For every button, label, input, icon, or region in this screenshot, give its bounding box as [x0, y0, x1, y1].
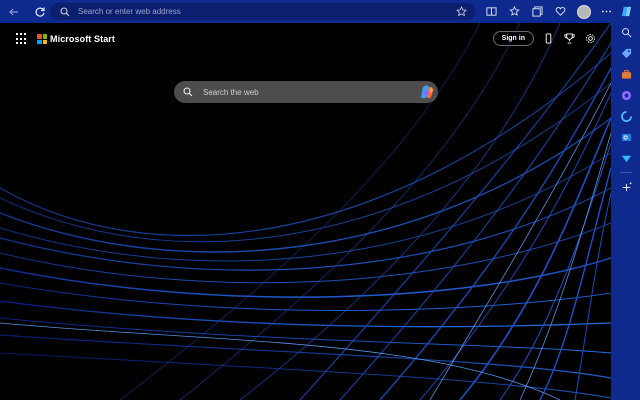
- gear-icon: [585, 34, 595, 43]
- sign-in-button[interactable]: Sign in: [492, 31, 534, 46]
- briefcase-icon: [621, 69, 631, 79]
- refresh-icon: [35, 7, 45, 17]
- phone-icon: [545, 33, 551, 44]
- search-input[interactable]: [201, 86, 405, 98]
- split-screen-button[interactable]: [483, 3, 500, 20]
- collections-button[interactable]: [529, 3, 546, 20]
- collections-icon: [532, 6, 543, 17]
- copilot-icon[interactable]: [419, 84, 435, 100]
- rewards-button[interactable]: [562, 32, 576, 46]
- brand-name[interactable]: Microsoft Start: [50, 34, 115, 44]
- send-icon: [621, 155, 631, 162]
- tag-icon: [621, 48, 631, 58]
- sidebar-item-m365[interactable]: [619, 109, 633, 123]
- split-screen-icon: [486, 7, 497, 16]
- sidebar-item-shopping[interactable]: [619, 46, 633, 60]
- browser-essentials-button[interactable]: [552, 3, 569, 20]
- new-tab-page: Microsoft Start Sign in: [0, 23, 611, 400]
- sidebar-item-games[interactable]: [619, 88, 633, 102]
- games-icon: [621, 90, 631, 100]
- sidebar-item-drop[interactable]: [619, 151, 633, 165]
- web-search-box[interactable]: [174, 81, 438, 103]
- search-icon: [183, 87, 193, 97]
- app-launcher-icon[interactable]: [16, 33, 28, 45]
- back-arrow-icon: [9, 8, 18, 15]
- mobile-app-button[interactable]: [541, 32, 555, 46]
- browser-toolbar: [0, 0, 640, 23]
- brand: Microsoft Start: [16, 33, 115, 45]
- outlook-icon: [621, 133, 631, 141]
- edge-sidebar: [611, 0, 640, 400]
- sidebar-item-copilot[interactable]: [619, 4, 633, 18]
- sidebar-item-outlook[interactable]: [619, 130, 633, 144]
- add-icon: [622, 181, 632, 191]
- heart-pulse-icon: [555, 7, 566, 16]
- m365-icon: [620, 110, 632, 122]
- copilot-icon: [621, 6, 631, 16]
- favorites-star-icon: [509, 6, 520, 16]
- sidebar-add-button[interactable]: [619, 180, 633, 194]
- address-bar[interactable]: [50, 3, 475, 20]
- refresh-button[interactable]: [30, 2, 50, 22]
- back-button[interactable]: [4, 2, 24, 22]
- background-light-streaks: [0, 23, 611, 400]
- favorites-button[interactable]: [506, 3, 523, 20]
- sidebar-item-search[interactable]: [619, 25, 633, 39]
- profile-button[interactable]: [575, 3, 592, 20]
- favorite-star-icon[interactable]: [456, 6, 467, 17]
- trophy-icon: [563, 33, 575, 44]
- search-icon: [60, 6, 70, 16]
- sidebar-item-tools[interactable]: [619, 67, 633, 81]
- sidebar-divider: [620, 172, 632, 173]
- search-icon: [621, 27, 631, 37]
- avatar: [576, 4, 591, 19]
- address-input[interactable]: [76, 6, 440, 17]
- settings-button[interactable]: [583, 32, 597, 46]
- microsoft-logo-icon: [37, 34, 47, 44]
